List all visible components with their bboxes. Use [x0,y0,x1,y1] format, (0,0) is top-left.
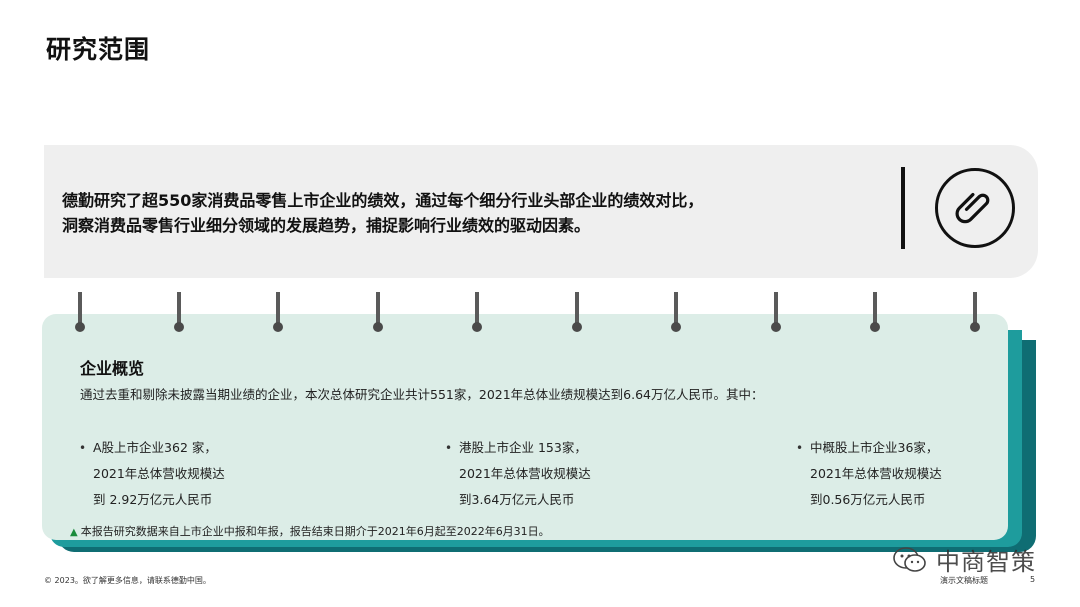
binder-ring [472,292,482,336]
watermark: 中商智策 [892,542,1036,577]
stat-line: 中概股上市企业36家， [810,440,939,455]
binder-ring [75,292,85,336]
stat-line: 到0.56万亿元人民币 [810,492,926,507]
binder-ring [870,292,880,336]
wechat-icon [893,546,926,572]
watermark-text: 中商智策 [936,548,1036,576]
bullet-marker: • [445,441,453,455]
binder-ring [572,292,582,336]
stat-column-a-share: • A股上市企业362 家， 2021年总体营收规模达 到 2.92万亿元人民币 [79,435,225,513]
note-text: 本报告研究数据来自上市企业中报和年报，报告结束日期介于2021年6月起至2022… [80,525,550,538]
page-title: 研究范围 [46,35,151,64]
summary-text: 德勤研究了超550家消费品零售上市企业的绩效，通过每个细分行业头部企业的绩效对比… [62,188,703,238]
summary-line-2: 洞察消费品零售行业细分领域的发展趋势，捕捉影响行业绩效的驱动因素。 [62,216,591,235]
overview-title: 企业概览 [80,359,145,378]
stat-column-china-concept: • 中概股上市企业36家， 2021年总体营收规模达 到0.56万亿元人民币 [796,435,942,513]
binder-ring [273,292,283,336]
stat-line: 到3.64万亿元人民币 [459,492,575,507]
stat-line: 2021年总体营收规模达 [93,466,225,481]
vertical-divider [901,167,905,249]
binder-ring [970,292,980,336]
footer-copyright: © 2023。欲了解更多信息，请联系德勤中国。 [44,576,211,585]
triangle-icon: ▲ [70,527,78,538]
stat-line: 港股上市企业 153家， [459,440,587,455]
paperclip-icon-svg [955,192,990,224]
stat-column-hk-share: • 港股上市企业 153家， 2021年总体营收规模达 到3.64万亿元人民币 [445,435,591,513]
stat-line: A股上市企业362 家， [93,440,217,455]
summary-line-1: 德勤研究了超550家消费品零售上市企业的绩效，通过每个细分行业头部企业的绩效对比… [62,191,704,210]
overview-description: 通过去重和剔除未披露当期业绩的企业，本次总体研究企业共计551家，2021年总体… [80,387,764,402]
binder-ring [174,292,184,336]
bullet-marker: • [796,441,804,455]
stat-line: 2021年总体营收规模达 [810,466,942,481]
data-source-note: ▲ 本报告研究数据来自上市企业中报和年报，报告结束日期介于2021年6月起至202… [70,523,550,539]
stat-line: 2021年总体营收规模达 [459,466,591,481]
binder-ring [771,292,781,336]
binder-ring [671,292,681,336]
stat-line: 到 2.92万亿元人民币 [93,492,213,507]
binder-ring [373,292,383,336]
paperclip-icon [935,168,1015,248]
summary-card: 德勤研究了超550家消费品零售上市企业的绩效，通过每个细分行业头部企业的绩效对比… [44,145,1038,278]
bullet-marker: • [79,441,87,455]
